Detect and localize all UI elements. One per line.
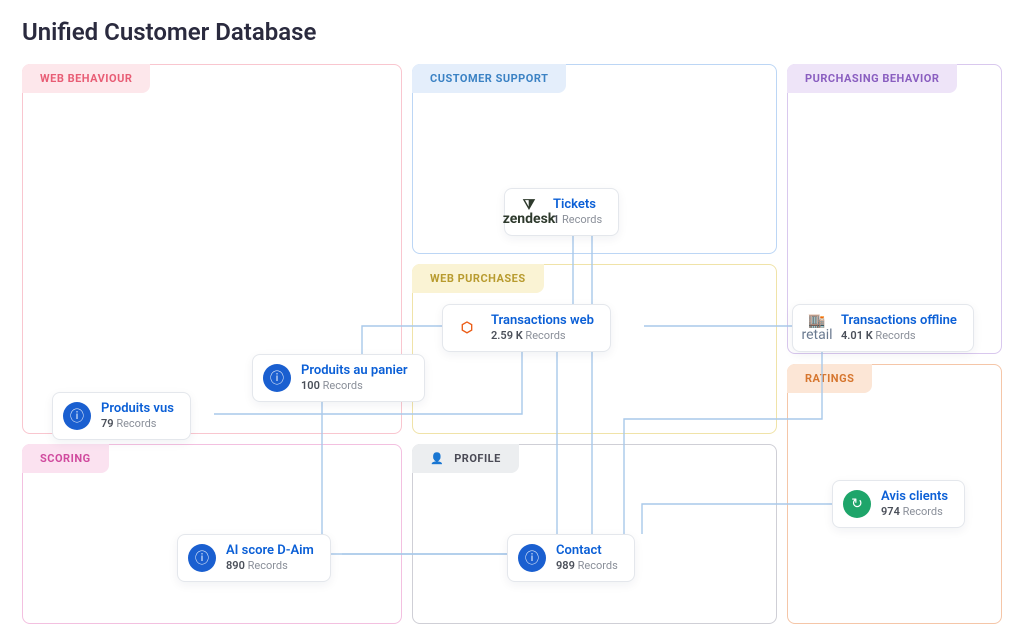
- node-meta: 2.59 K Records: [491, 329, 594, 343]
- node-title: Tickets: [553, 197, 602, 213]
- node-produits-au-panier[interactable]: ⓘ Produits au panier 100 Records: [252, 354, 425, 402]
- zone-label-customer-support: CUSTOMER SUPPORT: [412, 64, 566, 93]
- node-meta: 79 Records: [101, 417, 174, 431]
- zone-label-web-behaviour: WEB BEHAVIOUR: [22, 64, 150, 93]
- page-title: Unified Customer Database: [22, 18, 1002, 46]
- info-icon: ⓘ: [518, 544, 546, 572]
- node-contact[interactable]: ⓘ Contact 989 Records: [507, 534, 635, 582]
- node-meta: 4.01 K Records: [841, 329, 957, 343]
- magento-icon: ⬡: [453, 314, 481, 342]
- node-meta: 974 Records: [881, 505, 948, 519]
- node-ai-score[interactable]: ⓘ AI score D-Aim 890 Records: [177, 534, 331, 582]
- node-title: Produits vus: [101, 401, 174, 417]
- zone-label-ratings: RATINGS: [787, 364, 872, 393]
- zone-label-web-purchases: WEB PURCHASES: [412, 264, 544, 293]
- info-icon: ⓘ: [263, 364, 291, 392]
- node-produits-vus[interactable]: ⓘ Produits vus 79 Records: [52, 392, 191, 440]
- node-title: AI score D-Aim: [226, 543, 314, 559]
- retail-icon: 🏬retail: [803, 314, 831, 342]
- refresh-icon: ↻: [843, 490, 871, 518]
- node-tickets[interactable]: ⧩zendesk Tickets 1 Records: [504, 188, 619, 236]
- diagram-canvas: WEB BEHAVIOUR CUSTOMER SUPPORT PURCHASIN…: [22, 64, 1002, 624]
- node-avis-clients[interactable]: ↻ Avis clients 974 Records: [832, 480, 965, 528]
- zendesk-icon: ⧩zendesk: [515, 198, 543, 226]
- node-title: Produits au panier: [301, 363, 408, 379]
- node-title: Avis clients: [881, 489, 948, 505]
- node-title: Contact: [556, 543, 618, 559]
- node-meta: 989 Records: [556, 559, 618, 573]
- node-meta: 890 Records: [226, 559, 314, 573]
- zone-label-scoring: SCORING: [22, 444, 109, 473]
- zone-label-profile: PROFILE: [412, 444, 519, 473]
- node-title: Transactions offline: [841, 313, 957, 329]
- info-icon: ⓘ: [188, 544, 216, 572]
- info-icon: ⓘ: [63, 402, 91, 430]
- node-transactions-web[interactable]: ⬡ Transactions web 2.59 K Records: [442, 304, 611, 352]
- node-title: Transactions web: [491, 313, 594, 329]
- zone-label-purchasing-behavior: PURCHASING BEHAVIOR: [787, 64, 957, 93]
- node-meta: 100 Records: [301, 379, 408, 393]
- node-meta: 1 Records: [553, 213, 602, 227]
- node-transactions-offline[interactable]: 🏬retail Transactions offline 4.01 K Reco…: [792, 304, 974, 352]
